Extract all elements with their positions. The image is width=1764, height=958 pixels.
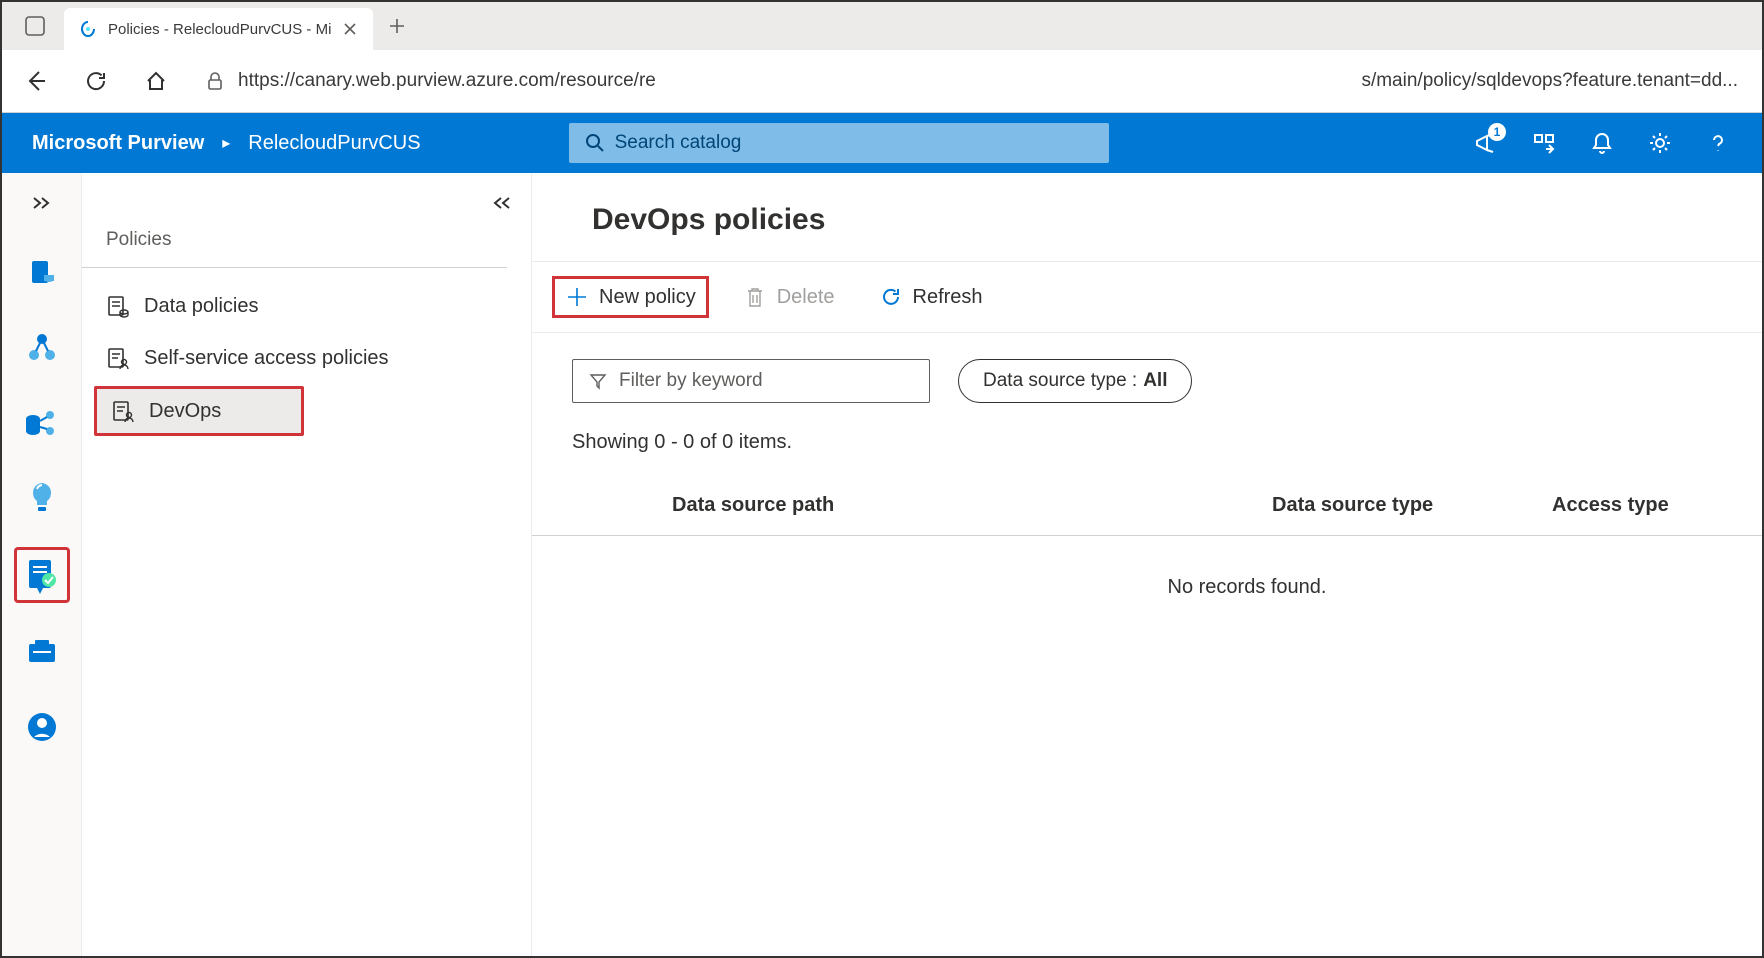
- url-text-right: s/main/policy/sqldevops?feature.tenant=d…: [1361, 70, 1738, 92]
- brand-name[interactable]: Microsoft Purview: [32, 132, 204, 155]
- source-type-filter[interactable]: Data source type : All: [958, 359, 1192, 403]
- nav-item-label: Self-service access policies: [144, 347, 389, 370]
- insights-rail-icon[interactable]: [14, 471, 70, 527]
- window-control-icon[interactable]: [10, 6, 60, 46]
- refresh-label: Refresh: [913, 286, 983, 309]
- nav-item-self-service[interactable]: Self-service access policies: [82, 332, 531, 384]
- plus-icon: [565, 285, 589, 309]
- delete-button: Delete: [733, 279, 845, 315]
- tab-title: Policies - RelecloudPurvCUS - Mi: [108, 21, 331, 38]
- devops-icon: [111, 399, 135, 423]
- collapse-nav-button[interactable]: [491, 196, 511, 210]
- url-text-left: https://canary.web.purview.azure.com/res…: [238, 70, 656, 92]
- source-type-label: Data source type :: [983, 370, 1137, 392]
- filter-icon: [589, 372, 607, 390]
- nav-item-data-policies[interactable]: Data policies: [82, 280, 531, 332]
- sidenav-title: Policies: [82, 221, 507, 268]
- nav-item-devops[interactable]: DevOps: [94, 386, 304, 436]
- nav-item-label: Data policies: [144, 295, 259, 318]
- back-button[interactable]: [16, 61, 56, 101]
- delete-label: Delete: [777, 286, 835, 309]
- filter-placeholder: Filter by keyword: [619, 370, 763, 392]
- filter-keyword-input[interactable]: Filter by keyword: [572, 359, 930, 403]
- purview-favicon-icon: [78, 19, 98, 39]
- announcements-icon[interactable]: 1: [1472, 129, 1500, 157]
- search-icon: [585, 133, 605, 153]
- refresh-list-button[interactable]: Refresh: [869, 279, 993, 315]
- new-tab-button[interactable]: [377, 6, 417, 46]
- empty-state: No records found.: [532, 536, 1762, 599]
- refresh-icon: [879, 285, 903, 309]
- refresh-button[interactable]: [76, 61, 116, 101]
- main-content: DevOps policies New policy Delete Refres…: [532, 173, 1762, 956]
- lock-icon: [206, 71, 224, 91]
- search-catalog[interactable]: Search catalog: [569, 123, 1109, 163]
- policies-side-nav: Policies Data policies Self-service acce…: [82, 173, 532, 956]
- directory-icon[interactable]: [1530, 129, 1558, 157]
- home-button[interactable]: [136, 61, 176, 101]
- new-policy-button[interactable]: New policy: [552, 276, 709, 318]
- catalog-rail-icon[interactable]: [14, 243, 70, 299]
- source-type-value: All: [1143, 370, 1167, 392]
- search-placeholder: Search catalog: [615, 132, 742, 154]
- page-title: DevOps policies: [532, 173, 1762, 261]
- browser-tab[interactable]: Policies - RelecloudPurvCUS - Mi: [64, 8, 373, 50]
- nav-item-label: DevOps: [149, 400, 221, 423]
- help-icon[interactable]: [1704, 129, 1732, 157]
- col-data-source-path[interactable]: Data source path: [672, 494, 1232, 517]
- bell-icon[interactable]: [1588, 129, 1616, 157]
- trash-icon: [743, 285, 767, 309]
- notification-badge: 1: [1488, 123, 1506, 141]
- management-rail-icon[interactable]: [14, 623, 70, 679]
- privacy-rail-icon[interactable]: [14, 699, 70, 755]
- left-icon-rail: [2, 173, 82, 956]
- data-policies-icon: [106, 294, 130, 318]
- new-policy-label: New policy: [599, 286, 696, 309]
- tab-close-icon[interactable]: [341, 20, 359, 38]
- self-service-icon: [106, 346, 130, 370]
- col-data-source-type[interactable]: Data source type: [1272, 494, 1512, 517]
- address-bar[interactable]: https://canary.web.purview.azure.com/res…: [196, 70, 1748, 92]
- data-share-rail-icon[interactable]: [14, 395, 70, 451]
- breadcrumb-item[interactable]: RelecloudPurvCUS: [248, 132, 420, 155]
- col-access-type[interactable]: Access type: [1552, 494, 1722, 517]
- table-header: Data source path Data source type Access…: [532, 454, 1762, 536]
- data-map-rail-icon[interactable]: [14, 319, 70, 375]
- gear-icon[interactable]: [1646, 129, 1674, 157]
- items-count: Showing 0 - 0 of 0 items.: [532, 403, 1762, 454]
- rail-expand-button[interactable]: [2, 183, 81, 223]
- breadcrumb-separator-icon: ▸: [222, 133, 230, 153]
- toolbar: New policy Delete Refresh: [532, 261, 1762, 333]
- policies-rail-icon[interactable]: [14, 547, 70, 603]
